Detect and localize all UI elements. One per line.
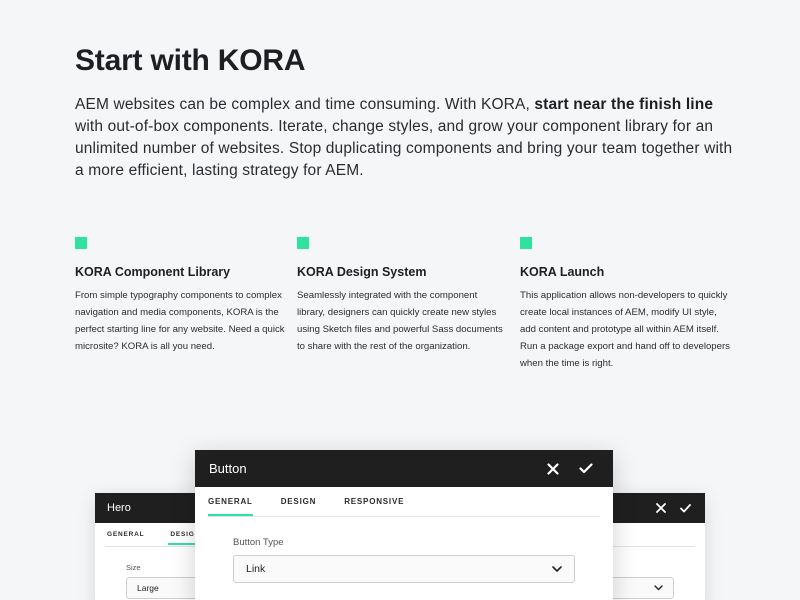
accent-square-icon bbox=[297, 237, 309, 249]
button-dialog-mockup: Button GENERAL DESIGN RESPONSIVE Button … bbox=[195, 450, 613, 600]
chevron-down-icon bbox=[552, 565, 562, 572]
accent-square-icon bbox=[75, 237, 87, 249]
page-title: Start with KORA bbox=[75, 44, 306, 77]
size-field-label: Size bbox=[126, 563, 141, 572]
tab-general[interactable]: GENERAL bbox=[208, 488, 253, 516]
tab-design[interactable]: DESIGN bbox=[281, 488, 316, 515]
hero-dialog-actions bbox=[656, 503, 691, 513]
feature-design-system: KORA Design System Seamlessly integrated… bbox=[297, 237, 507, 355]
hero-dialog-title: Hero bbox=[107, 502, 131, 514]
feature-title: KORA Component Library bbox=[75, 265, 231, 279]
button-dialog-header: Button bbox=[195, 450, 613, 487]
size-select-value: Large bbox=[137, 583, 159, 593]
intro-paragraph: AEM websites can be complex and time con… bbox=[75, 94, 735, 182]
check-icon[interactable] bbox=[680, 503, 691, 513]
feature-component-library: KORA Component Library From simple typog… bbox=[75, 237, 285, 355]
button-dialog-actions bbox=[547, 462, 593, 475]
feature-description: From simple typography components to com… bbox=[75, 290, 285, 352]
feature-description: Seamlessly integrated with the component… bbox=[297, 290, 503, 352]
intro-text-end: with out-of-box components. Iterate, cha… bbox=[75, 118, 733, 179]
button-dialog-title: Button bbox=[209, 461, 247, 476]
feature-title: KORA Launch bbox=[520, 265, 605, 279]
check-icon[interactable] bbox=[579, 463, 593, 474]
feature-title: KORA Design System bbox=[297, 265, 427, 279]
tab-general[interactable]: GENERAL bbox=[105, 525, 146, 544]
close-icon[interactable] bbox=[547, 462, 559, 475]
button-type-value: Link bbox=[246, 563, 266, 575]
intro-text-start: AEM websites can be complex and time con… bbox=[75, 96, 535, 113]
tab-responsive[interactable]: RESPONSIVE bbox=[344, 488, 404, 515]
feature-launch: KORA Launch This application allows non-… bbox=[520, 237, 730, 372]
close-icon[interactable] bbox=[656, 503, 666, 513]
accent-square-icon bbox=[520, 237, 532, 249]
feature-description: This application allows non-developers t… bbox=[520, 290, 730, 369]
button-dialog-tabs: GENERAL DESIGN RESPONSIVE bbox=[208, 487, 600, 517]
intro-highlight: start near the finish line bbox=[534, 96, 714, 113]
button-type-label: Button Type bbox=[233, 537, 284, 548]
chevron-down-icon bbox=[654, 585, 663, 591]
button-type-select[interactable]: Link bbox=[233, 555, 575, 583]
